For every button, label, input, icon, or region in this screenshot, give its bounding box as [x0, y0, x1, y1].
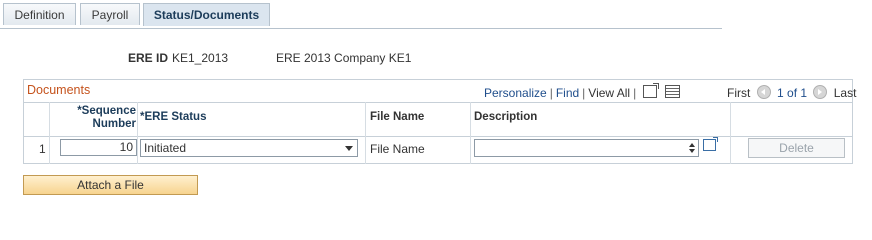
- personalize-link[interactable]: Personalize: [484, 86, 547, 100]
- download-grid-icon[interactable]: [665, 85, 681, 98]
- ere-id-value: KE1_2013: [172, 51, 229, 65]
- column-header-sequence[interactable]: *Sequence Number: [76, 105, 136, 131]
- column-header-sequence-line2: Number: [92, 118, 136, 130]
- tab-divider: [0, 28, 722, 29]
- ere-id-label: ERE ID: [128, 51, 169, 65]
- description-input[interactable]: [474, 139, 699, 157]
- column-header-ere-status[interactable]: *ERE Status: [140, 111, 206, 123]
- tab-payroll-label: Payroll: [91, 8, 129, 22]
- column-header-description: Description: [474, 111, 538, 123]
- attach-file-button[interactable]: Attach a File: [23, 175, 198, 195]
- column-divider: [730, 102, 731, 164]
- column-header-sequence-line1: *Sequence: [77, 105, 136, 117]
- tab-payroll[interactable]: Payroll: [80, 3, 140, 25]
- tab-bar: Definition Payroll Status/Documents: [0, 3, 722, 29]
- next-arrow-icon[interactable]: [813, 85, 828, 99]
- tab-definition[interactable]: Definition: [3, 3, 76, 25]
- nav-last[interactable]: Last: [834, 86, 857, 100]
- scroll-down-icon[interactable]: [689, 149, 695, 153]
- column-divider: [365, 102, 366, 164]
- tab-definition-label: Definition: [14, 8, 65, 22]
- tab-status-documents[interactable]: Status/Documents: [143, 3, 270, 26]
- nav-count: 1 of 1: [777, 86, 808, 100]
- delete-button[interactable]: Delete: [748, 138, 845, 158]
- tab-status-documents-label: Status/Documents: [153, 8, 260, 22]
- expand-description-icon[interactable]: [703, 137, 718, 151]
- dropdown-arrow-icon: [345, 146, 353, 151]
- grid-title: Documents: [27, 83, 91, 97]
- column-divider: [470, 102, 471, 164]
- zoom-icon[interactable]: [643, 83, 660, 98]
- row-number: 1: [39, 142, 46, 156]
- sequence-number-input[interactable]: 10: [60, 139, 137, 156]
- column-divider: [137, 102, 138, 164]
- find-link[interactable]: Find: [556, 86, 579, 100]
- ere-status-select[interactable]: Initiated: [140, 139, 358, 157]
- file-name-value: File Name: [370, 142, 425, 156]
- nav-first[interactable]: First: [727, 86, 750, 100]
- ere-status-value: Initiated: [144, 141, 187, 155]
- ere-description: ERE 2013 Company KE1: [276, 51, 412, 65]
- grid-navigation: First 1 of 1 Last: [727, 85, 856, 100]
- grid-toolbar: Personalize | Find | View All |: [484, 83, 681, 100]
- view-all-link[interactable]: View All: [588, 86, 630, 100]
- previous-arrow-icon[interactable]: [756, 85, 771, 99]
- scroll-up-icon[interactable]: [689, 143, 695, 147]
- column-header-file-name: File Name: [370, 111, 425, 123]
- documents-grid: Documents Personalize | Find | View All | Fir…: [23, 79, 856, 164]
- column-divider: [49, 102, 50, 164]
